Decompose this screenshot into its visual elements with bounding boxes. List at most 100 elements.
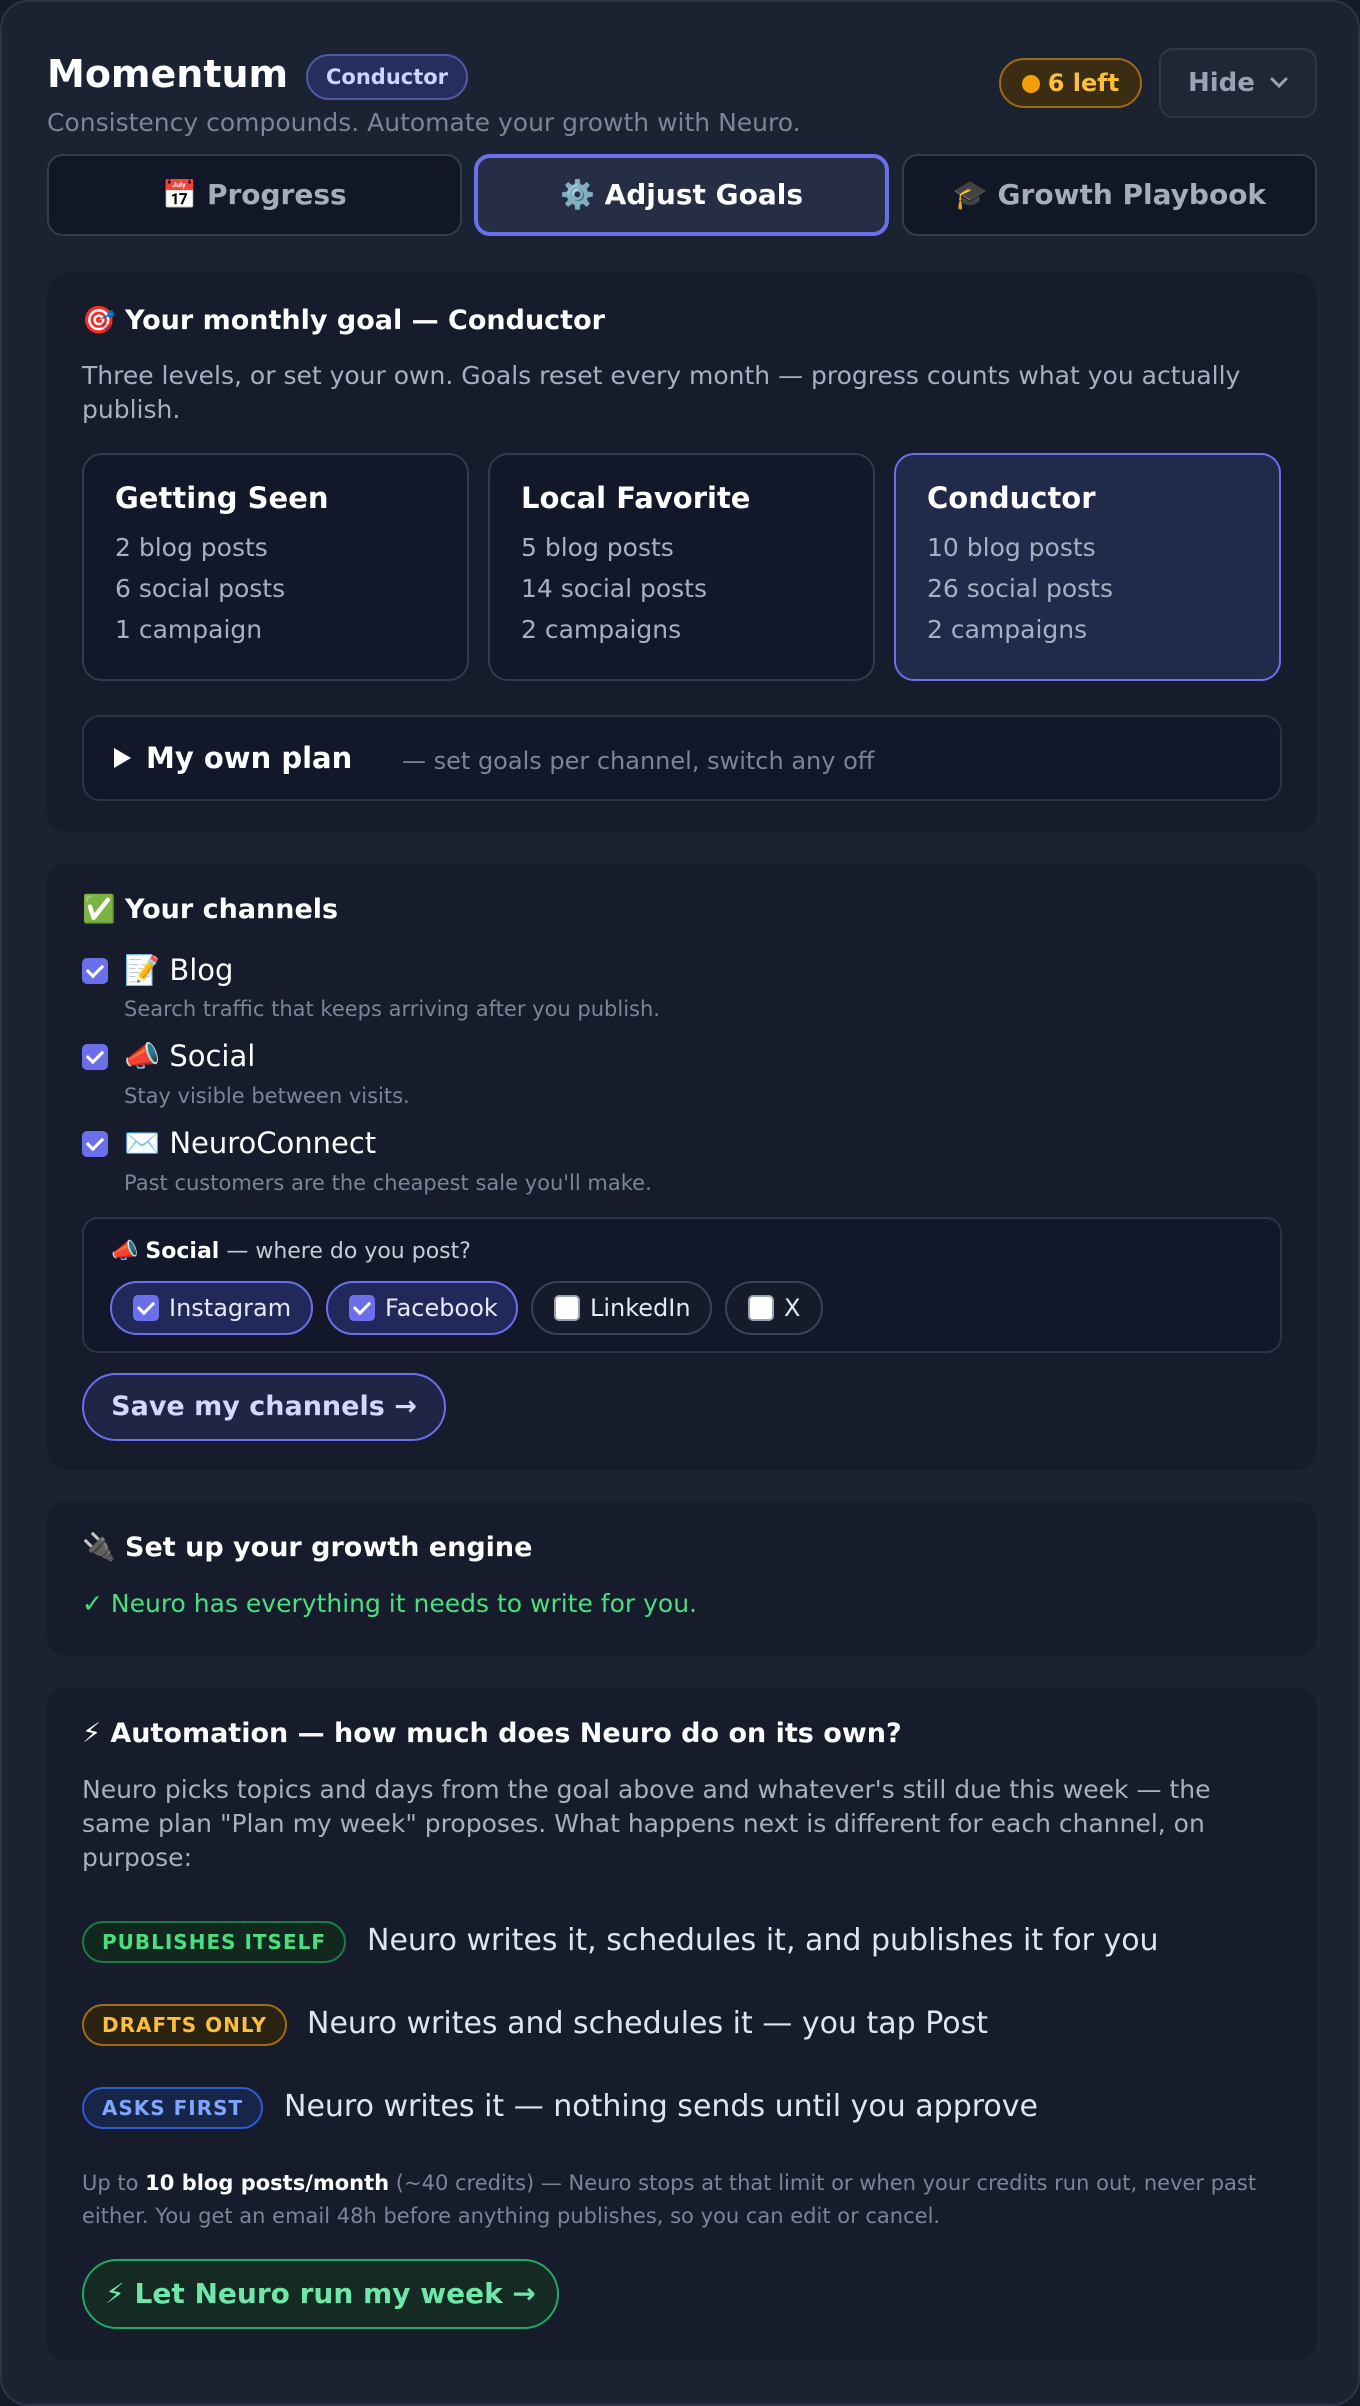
platform-linkedin[interactable]: LinkedIn [531,1281,712,1335]
linkedin-checkbox[interactable] [554,1295,580,1321]
social-question: 📣 Social — where do you post? [111,1239,471,1264]
page-subtitle: Consistency compounds. Automate your gro… [47,108,801,137]
card-title-text: Your monthly goal — Conductor [125,305,605,336]
lightning-icon: ⚡ [82,1718,101,1749]
tab-label: Adjust Goals [604,178,804,211]
blog-checkbox[interactable] [82,958,108,984]
goal-level-getting-seen[interactable]: Getting Seen 2 blog posts 6 social posts… [82,453,469,681]
goal-level-line: 26 social posts [927,574,1113,603]
platform-label: X [784,1294,801,1322]
facebook-checkbox[interactable] [349,1295,375,1321]
check-icon: ✅ [82,894,116,925]
automation-description: Neuro picks topics and days from the goa… [82,1775,1211,1872]
channel-name-text: Social [169,1039,256,1073]
tab-label: Growth Playbook [997,178,1267,211]
target-icon: 🎯 [82,305,116,336]
goal-description: Three levels, or set your own. Goals res… [82,361,1241,424]
channel-desc: Past customers are the cheapest sale you… [124,1171,652,1195]
own-plan-label: My own plan [146,741,353,775]
own-plan-toggle[interactable]: My own plan — set goals per channel, swi… [82,715,1282,801]
monthly-goal-card: 🎯 Your monthly goal — Conductor Three le… [47,273,1317,832]
tab-label: Progress [206,178,347,211]
run-my-week-button[interactable]: ⚡ Let Neuro run my week → [82,2259,559,2329]
goal-level-line: 2 blog posts [115,533,268,562]
platform-x[interactable]: X [725,1281,823,1335]
header: Momentum Conductor Consistency compounds… [47,48,1317,145]
tab-adjust-goals[interactable]: ⚙️ Adjust Goals [474,154,889,236]
save-channels-button[interactable]: Save my channels → [82,1373,446,1441]
growth-engine-card: 🔌 Set up your growth engine ✓ Neuro has … [47,1501,1317,1656]
automation-fine-print: Up to 10 blog posts/month (~40 credits) … [82,2167,1282,2233]
goal-level-name: Getting Seen [115,481,329,515]
credits-label: 6 left [1047,69,1120,97]
card-title: 🔌 Set up your growth engine [82,1531,532,1563]
instagram-checkbox[interactable] [133,1295,159,1321]
neuroconnect-checkbox[interactable] [82,1131,108,1157]
coin-icon [1021,75,1040,93]
fine-bold: 10 blog posts/month [145,2171,390,2195]
platform-instagram[interactable]: Instagram [110,1281,313,1335]
hide-button[interactable]: Hide [1159,48,1317,118]
mode-badge: DRAFTS ONLY [82,2004,287,2046]
card-title: ✅ Your channels [82,893,338,925]
tab-bar: 📅 Progress ⚙️ Adjust Goals 🎓 Growth Play… [47,154,1317,236]
goal-level-name: Local Favorite [521,481,751,515]
card-title: 🎯 Your monthly goal — Conductor [82,304,605,336]
engine-status: ✓ Neuro has everything it needs to write… [82,1589,698,1618]
goal-level-line: 5 blog posts [521,533,674,562]
channels-card: ✅ Your channels 📝 Blog Search traffic th… [47,863,1317,1470]
social-checkbox[interactable] [82,1044,108,1070]
goal-level-line: 1 campaign [115,615,263,644]
platform-facebook[interactable]: Facebook [326,1281,518,1335]
gear-icon: ⚙️ [559,178,595,211]
mode-text: Neuro writes and schedules it — you tap … [307,2006,988,2041]
goal-level-name: Conductor [927,481,1096,515]
goal-level-line: 2 campaigns [927,615,1088,644]
fine-prefix: Up to [82,2171,139,2195]
tab-growth-playbook[interactable]: 🎓 Growth Playbook [902,154,1317,236]
mode-badge: ASKS FIRST [82,2087,263,2129]
mode-text: Neuro writes it — nothing sends until yo… [284,2089,1038,2124]
card-title-text: Your channels [125,894,339,925]
channel-desc: Stay visible between visits. [124,1084,410,1108]
envelope-icon: ✉️ [124,1126,161,1160]
goal-level-line: 14 social posts [521,574,707,603]
momentum-panel: Momentum Conductor Consistency compounds… [0,0,1360,2406]
platform-label: Facebook [385,1294,498,1322]
page-title: Momentum [47,52,289,96]
goal-level-line: 10 blog posts [927,533,1096,562]
platform-label: LinkedIn [590,1294,691,1322]
plug-icon: 🔌 [82,1532,116,1563]
goal-level-line: 6 social posts [115,574,286,603]
platform-label: Instagram [169,1294,292,1322]
channel-name-text: NeuroConnect [169,1126,377,1160]
tab-progress[interactable]: 📅 Progress [47,154,462,236]
channel-name: 📝 Blog [124,953,233,988]
mode-text: Neuro writes it, schedules it, and publi… [367,1923,1159,1958]
social-platforms-box: 📣 Social — where do you post? Instagram … [82,1217,1282,1353]
x-checkbox[interactable] [748,1295,774,1321]
credits-badge: 6 left [999,58,1142,108]
goal-level-local-favorite[interactable]: Local Favorite 5 blog posts 14 social po… [488,453,875,681]
channel-name: ✉️ NeuroConnect [124,1126,376,1161]
disclosure-triangle-icon [114,748,131,768]
mode-badge: PUBLISHES ITSELF [82,1921,346,1963]
chevron-down-icon [1270,77,1288,89]
graduation-cap-icon: 🎓 [952,178,988,211]
megaphone-icon: 📣 [124,1039,161,1073]
calendar-icon: 📅 [162,178,198,211]
card-title-text: Automation — how much does Neuro do on i… [110,1718,902,1749]
card-title: ⚡ Automation — how much does Neuro do on… [82,1718,902,1749]
goal-level-conductor[interactable]: Conductor 10 blog posts 26 social posts … [894,453,1281,681]
social-label: Social [145,1239,220,1264]
automation-card: ⚡ Automation — how much does Neuro do on… [47,1687,1317,2361]
channel-name: 📣 Social [124,1039,255,1074]
card-title-text: Set up your growth engine [125,1532,533,1563]
channel-name-text: Blog [169,953,234,987]
goal-level-line: 2 campaigns [521,615,682,644]
megaphone-icon: 📣 [111,1239,139,1264]
tier-badge: Conductor [306,54,469,100]
hide-label: Hide [1188,68,1255,98]
own-plan-hint: — set goals per channel, switch any off [402,747,875,775]
social-question-text: — where do you post? [226,1239,471,1264]
